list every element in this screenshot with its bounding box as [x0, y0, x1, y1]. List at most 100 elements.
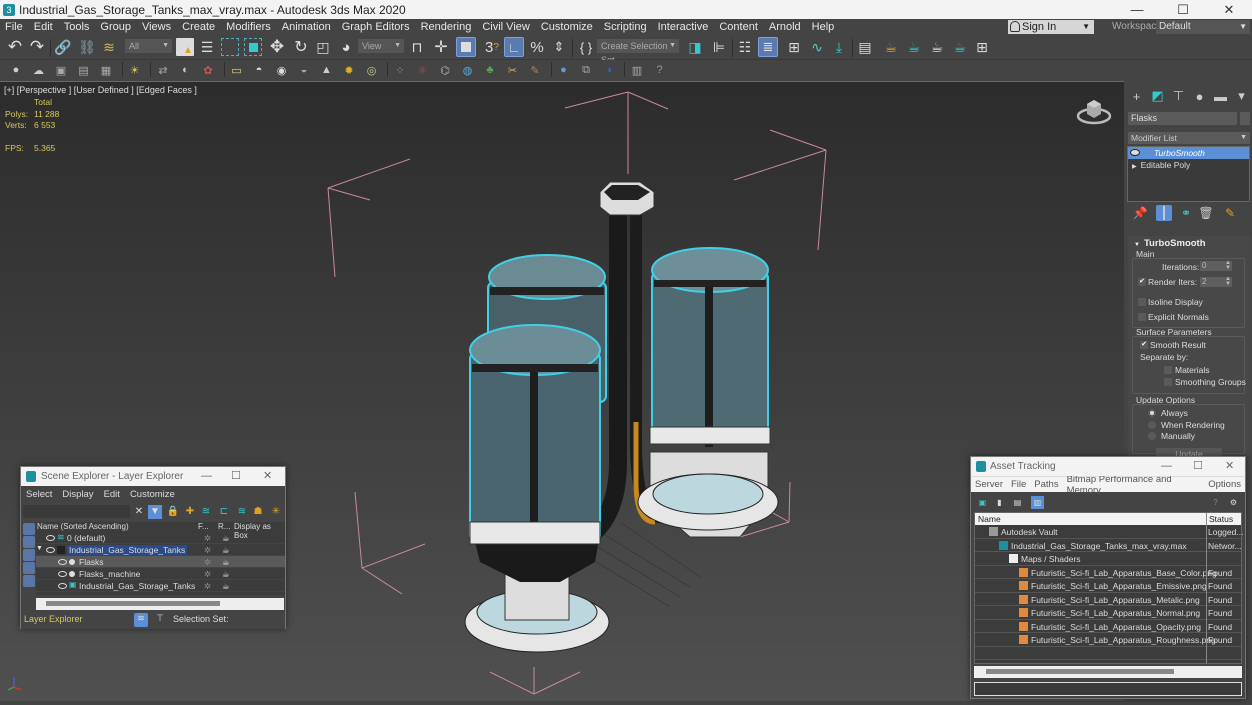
percent-snap-icon[interactable]: % — [528, 38, 546, 56]
asset-row[interactable]: Futuristic_Sci-fi_Lab_Apparatus_Base_Col… — [975, 566, 1241, 579]
menu-interactive[interactable]: Interactive — [653, 19, 715, 35]
layer-row[interactable]: ≋ 0 (default) ✲ ☕ — [36, 532, 285, 544]
layer-explorer-icon[interactable]: ≣ — [758, 37, 778, 57]
freeze-icon[interactable]: ✲ — [204, 533, 211, 544]
close-button[interactable]: ✕ — [1206, 0, 1252, 19]
menu-edit[interactable]: Edit — [99, 489, 125, 500]
edit-named-selection-icon[interactable]: { } — [577, 38, 595, 56]
menu-animation[interactable]: Animation — [277, 19, 337, 35]
checkout-icon[interactable]: ▮ — [993, 496, 1006, 509]
align-icon[interactable]: ⊫ — [710, 38, 728, 56]
menu-edit[interactable]: Edit — [29, 19, 59, 35]
minimize-button[interactable]: — — [201, 467, 212, 486]
explicit-normals-checkbox[interactable] — [1138, 313, 1146, 321]
sphere-light-icon[interactable]: ◉ — [274, 62, 290, 78]
sign-in-dropdown[interactable]: Sign In ▼ — [1008, 20, 1094, 34]
menu-bitmap-performance[interactable]: Bitmap Performance and Memory — [1063, 474, 1205, 496]
brush-icon[interactable]: ✎ — [527, 62, 543, 78]
menu-options[interactable]: Options — [1204, 479, 1245, 490]
utilities-tab-icon[interactable]: ▾ — [1231, 88, 1252, 104]
tools-icon[interactable]: ✂ — [505, 62, 521, 78]
lock-icon[interactable]: 🔒 — [166, 505, 180, 519]
create-tab-icon[interactable]: + — [1126, 89, 1147, 104]
menu-display[interactable]: Display — [57, 489, 98, 500]
freeze-icon[interactable]: ✲ — [204, 581, 211, 592]
eye-icon[interactable] — [46, 535, 55, 541]
hierarchy-mode-icon[interactable]: ⊤ — [153, 613, 167, 627]
path-input[interactable] — [974, 682, 1242, 696]
filter-icon[interactable]: ▼ — [148, 505, 162, 519]
create-sphere-icon[interactable]: ● — [8, 62, 24, 78]
render-in-cloud-icon[interactable]: ☕ — [951, 38, 969, 56]
close-button[interactable]: ✕ — [1225, 457, 1234, 476]
disk-icon[interactable]: ◒ — [296, 62, 312, 78]
menu-group[interactable]: Group — [95, 19, 137, 35]
menu-server[interactable]: Server — [971, 479, 1007, 490]
asset-row[interactable]: Futuristic_Sci-fi_Lab_Apparatus_Opacity.… — [975, 620, 1241, 633]
column-status[interactable]: Status — [1209, 514, 1233, 524]
menu-modifiers[interactable]: Modifiers — [221, 19, 277, 35]
menu-file[interactable]: File — [1007, 479, 1030, 490]
current-layer-icon[interactable]: ☗ — [251, 505, 265, 519]
menu-help[interactable]: Help — [807, 19, 841, 35]
render-teapot-icon[interactable]: ☕ — [222, 545, 230, 556]
unlink-icon[interactable]: ⛓ — [78, 38, 96, 56]
smoothing-groups-checkbox[interactable] — [1164, 378, 1172, 386]
freeze-icon[interactable]: ✲ — [204, 569, 211, 580]
horizontal-scrollbar[interactable] — [974, 666, 1242, 678]
select-children-icon[interactable]: ⊏ — [217, 505, 231, 519]
create-grid-icon[interactable]: ▦ — [98, 62, 114, 78]
asset-row[interactable]: Autodesk Vault Logged... — [975, 525, 1243, 539]
menu-tools[interactable]: Tools — [59, 19, 96, 35]
explorer-mode-dropdown[interactable]: Layer Explorer — [24, 614, 83, 624]
column-name[interactable]: Name (Sorted Ascending) — [37, 522, 129, 531]
particle-icon[interactable]: ✿ — [200, 62, 216, 78]
material-sphere-icon[interactable]: ● — [556, 62, 572, 78]
mirror-icon[interactable]: ◨ — [686, 38, 704, 56]
render-teapot-icon[interactable]: ☕ — [222, 557, 230, 568]
menu-paths[interactable]: Paths — [1030, 479, 1062, 490]
column-render[interactable]: R... — [218, 522, 230, 531]
rendered-frame-window-icon[interactable]: ☕ — [905, 38, 923, 56]
menu-arnold[interactable]: Arnold — [764, 19, 807, 35]
menu-customize[interactable]: Customize — [125, 489, 180, 500]
maximize-button[interactable]: ☐ — [1160, 0, 1206, 19]
asset-row[interactable]: Futuristic_Sci-fi_Lab_Apparatus_Roughnes… — [975, 633, 1241, 647]
scene-explorer-icon[interactable]: ☷ — [736, 38, 754, 56]
menu-civil-view[interactable]: Civil View — [477, 19, 535, 35]
minimize-button[interactable]: — — [1114, 0, 1160, 19]
hierarchy-tab-icon[interactable]: ⊤ — [1168, 88, 1189, 104]
close-button[interactable]: ✕ — [263, 467, 272, 486]
remove-modifier-icon[interactable]: 🗑 — [1198, 205, 1214, 221]
placement-icon[interactable]: ◕ — [337, 38, 355, 56]
layer-row[interactable]: ▼ Industrial_Gas_Storage_Tanks ✲ ☕ — [36, 544, 285, 556]
smooth-result-checkbox[interactable]: ✔ — [1140, 341, 1148, 349]
a360-gallery-icon[interactable]: ⊞ — [973, 38, 991, 56]
iterations-spinner[interactable]: 0 ▲ ▼ — [1200, 260, 1232, 271]
menu-create[interactable]: Create — [177, 19, 221, 35]
named-selection-set-dropdown[interactable]: Create Selection Set▼ — [597, 39, 679, 65]
asset-row[interactable]: Futuristic_Sci-fi_Lab_Apparatus_Normal.p… — [975, 606, 1241, 620]
pivot-point-icon[interactable]: ⊓ — [408, 38, 426, 56]
material-browser-icon[interactable]: ⧉ — [578, 62, 594, 78]
display-shapes-icon[interactable] — [23, 536, 35, 548]
toggle-icon[interactable]: ◑ — [601, 62, 617, 78]
create-box-icon[interactable]: ▣ — [53, 62, 69, 78]
column-freeze[interactable]: F... — [198, 522, 209, 531]
layer-mode-icon[interactable]: ≋ — [134, 613, 148, 627]
menu-rendering[interactable]: Rendering — [416, 19, 478, 35]
rollout-header[interactable]: ▼ TurboSmooth — [1128, 236, 1250, 249]
eye-icon[interactable] — [1130, 149, 1140, 156]
window-crossing-icon[interactable] — [244, 38, 262, 56]
asset-row[interactable]: Futuristic_Sci-fi_Lab_Apparatus_Emissive… — [975, 579, 1241, 593]
when-rendering-radio[interactable] — [1148, 421, 1156, 429]
display-tab-icon[interactable]: ▬ — [1210, 89, 1231, 104]
create-cloud-icon[interactable]: ☁ — [31, 62, 47, 78]
dots-icon[interactable]: ⁘ — [392, 62, 408, 78]
render-teapot-icon[interactable]: ☕ — [222, 569, 230, 580]
layer-row[interactable]: Flasks_machine ✲ ☕ — [36, 568, 285, 580]
dome-icon[interactable]: ◓ — [251, 62, 267, 78]
modify-tab-icon[interactable]: ◩ — [1147, 88, 1168, 104]
display-helpers-icon[interactable] — [23, 575, 35, 587]
render-teapot-icon[interactable]: ☕ — [222, 533, 230, 544]
